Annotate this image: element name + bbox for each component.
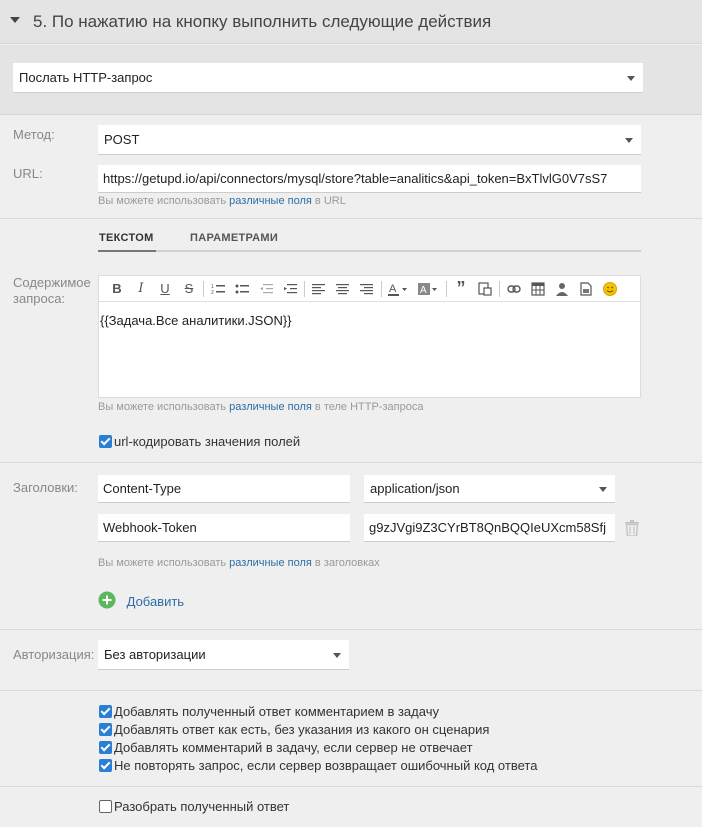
auth-select-value: Без авторизации [104, 647, 206, 662]
align-right-icon[interactable] [355, 279, 379, 299]
svg-text:2: 2 [211, 290, 214, 295]
tab-text[interactable]: ТЕКСТОМ [99, 232, 154, 244]
urlencode-option[interactable]: url-кодировать значения полей [99, 433, 300, 449]
paste-text-icon[interactable] [473, 279, 497, 299]
add-header-button[interactable]: Добавить [98, 591, 184, 612]
hint-text: в URL [314, 195, 346, 207]
option-label: Не повторять запрос, если сервер возвращ… [114, 758, 538, 774]
user-icon[interactable] [550, 279, 574, 299]
header-value-select[interactable]: application/json [364, 475, 615, 503]
italic-icon[interactable]: I [129, 279, 153, 299]
header-value-select-value: application/json [370, 481, 460, 496]
option-no-retry[interactable]: Не повторять запрос, если сервер возвращ… [99, 757, 537, 773]
toolbar-separator [446, 280, 447, 297]
chevron-down-icon [625, 138, 633, 143]
svg-text:A: A [389, 283, 397, 295]
action-select[interactable]: Послать HTTP-запрос [13, 63, 643, 93]
hint-text: Вы можете использовать [98, 557, 227, 569]
option-checkbox[interactable] [99, 741, 112, 755]
bold-icon[interactable]: B [105, 279, 129, 299]
tabs-underline [98, 250, 641, 252]
section-title: 5. По нажатию на кнопку выполнить следую… [33, 12, 492, 31]
divider [0, 218, 702, 219]
method-select[interactable]: POST [98, 125, 641, 155]
option-checkbox[interactable] [99, 759, 112, 773]
toolbar-separator [499, 280, 500, 297]
body-editor-content: {{Задача.Все аналитики.JSON}} [100, 313, 292, 328]
urlencode-checkbox[interactable] [99, 435, 112, 449]
hint-text: Вы можете использовать [98, 195, 227, 207]
option-checkbox[interactable] [99, 723, 112, 737]
plus-circle-icon [98, 591, 116, 612]
header-name-input[interactable]: Content-Type [98, 475, 350, 503]
align-center-icon[interactable] [331, 279, 355, 299]
url-input[interactable]: https://getupd.io/api/connectors/mysql/s… [98, 165, 641, 193]
add-header-label: Добавить [126, 594, 185, 609]
method-select-value: POST [104, 132, 140, 147]
option-parse-response[interactable]: Разобрать полученный ответ [99, 798, 289, 814]
chevron-down-icon [333, 653, 341, 658]
strikethrough-icon[interactable]: S [177, 279, 201, 299]
divider [0, 786, 702, 787]
indent-icon[interactable] [278, 279, 302, 299]
auth-select[interactable]: Без авторизации [98, 640, 349, 670]
bulleted-list-icon[interactable] [230, 279, 254, 299]
option-add-response-raw[interactable]: Добавлять ответ как есть, без указания и… [99, 721, 489, 737]
option-checkbox[interactable] [99, 705, 112, 719]
body-hint: Вы можете использовать различные поля в … [98, 401, 423, 413]
toolbar-separator [381, 280, 382, 297]
parse-checkbox[interactable] [99, 800, 112, 814]
divider [0, 690, 702, 691]
table-icon[interactable] [526, 279, 550, 299]
text-color-icon[interactable]: A [384, 279, 414, 299]
body-label: Содержимое запроса: [13, 275, 91, 306]
chevron-down-icon [599, 487, 607, 492]
urlencode-label: url-кодировать значения полей [114, 434, 301, 450]
toolbar-separator [304, 280, 305, 297]
option-label: Добавлять комментарий в задачу, если сер… [114, 740, 473, 756]
parse-label: Разобрать полученный ответ [114, 799, 290, 815]
trash-icon[interactable] [625, 520, 639, 539]
hint-text: в заголовках [314, 557, 380, 569]
editor-toolbar: B I U S 12 A A ” [98, 275, 641, 302]
toolbar-separator [203, 280, 204, 297]
hint-text: в теле HTTP-запроса [314, 401, 424, 413]
option-label: Добавлять полученный ответ комментарием … [114, 704, 439, 720]
background-color-icon[interactable]: A [414, 279, 444, 299]
document-icon[interactable] [574, 279, 598, 299]
fields-link[interactable]: различные поля [229, 401, 312, 413]
link-icon[interactable] [502, 279, 526, 299]
headers-label: Заголовки: [13, 480, 78, 495]
hint-text: Вы можете использовать [98, 401, 227, 413]
tab-active-indicator [98, 250, 156, 252]
underline-icon[interactable]: U [153, 279, 177, 299]
auth-label: Авторизация: [13, 647, 95, 662]
align-left-icon[interactable] [307, 279, 331, 299]
svg-text:A: A [420, 285, 427, 296]
caret-down-icon[interactable] [10, 17, 20, 23]
tab-parameters[interactable]: ПАРАМЕТРАМИ [190, 232, 278, 244]
numbered-list-icon[interactable]: 12 [206, 279, 230, 299]
fields-link[interactable]: различные поля [229, 195, 312, 207]
action-select-value: Послать HTTP-запрос [19, 70, 153, 85]
emoji-icon[interactable] [598, 279, 622, 299]
option-add-response-comment[interactable]: Добавлять полученный ответ комментарием … [99, 703, 439, 719]
outdent-icon[interactable] [254, 279, 278, 299]
method-label: Метод: [13, 127, 55, 142]
url-hint: Вы можете использовать различные поля в … [98, 195, 346, 207]
option-comment-no-response[interactable]: Добавлять комментарий в задачу, если сер… [99, 739, 473, 755]
body-editor[interactable]: {{Задача.Все аналитики.JSON}} [98, 302, 641, 398]
chevron-down-icon [627, 76, 635, 81]
url-label: URL: [13, 166, 43, 181]
header-name-input[interactable]: Webhook-Token [98, 514, 350, 542]
fields-link[interactable]: различные поля [229, 557, 312, 569]
divider [0, 629, 702, 630]
divider [0, 462, 702, 463]
blockquote-icon[interactable]: ” [449, 278, 473, 299]
header-value-input[interactable]: g9zJVgi9Z3CYrBT8QnBQQIeUXcm58Sfj [364, 514, 615, 542]
headers-hint: Вы можете использовать различные поля в … [98, 557, 380, 569]
option-label: Добавлять ответ как есть, без указания и… [114, 722, 490, 738]
